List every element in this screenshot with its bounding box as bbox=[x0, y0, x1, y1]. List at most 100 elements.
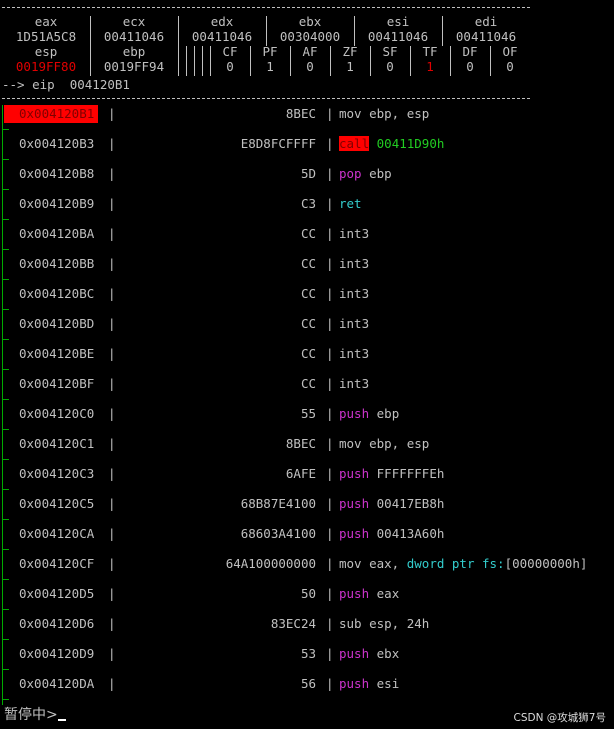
instruction-address[interactable]: 0x004120CA bbox=[19, 525, 94, 543]
instruction-bytes: 5D bbox=[300, 166, 316, 181]
address-text: 0x004120BE bbox=[19, 346, 95, 361]
gutter-tick bbox=[3, 669, 9, 670]
disassembly-row[interactable]: 0x004120B1 | 8BEC | mov ebp, esp bbox=[0, 105, 614, 135]
flag-divider bbox=[290, 46, 291, 76]
mnemonic: int3 bbox=[339, 346, 370, 361]
address-text: 0x004120C1 bbox=[19, 436, 95, 451]
mnemonic: int3 bbox=[339, 226, 370, 241]
instruction-text: int3 bbox=[339, 225, 369, 243]
disassembly-row[interactable]: 0x004120D6 | 83EC24 | sub esp, 24h bbox=[0, 615, 614, 645]
instruction-bytes: 50 bbox=[300, 586, 316, 601]
status-prompt[interactable]: 暂停中> bbox=[4, 704, 66, 724]
instruction-text: int3 bbox=[339, 345, 369, 363]
column-separator: | bbox=[108, 646, 116, 661]
instruction-address[interactable]: 0x004120D5 bbox=[19, 585, 94, 603]
instruction-address[interactable]: 0x004120DA bbox=[19, 675, 94, 693]
disassembly-row[interactable]: 0x004120BF | CC | int3 bbox=[0, 375, 614, 405]
reg-value-ebp: 0019FF94 bbox=[103, 59, 165, 74]
instruction-address[interactable]: 0x004120D6 bbox=[19, 615, 94, 633]
disassembly-row[interactable]: 0x004120C3 | 6AFE | push FFFFFFFEh bbox=[0, 465, 614, 495]
column-separator: | bbox=[108, 136, 116, 151]
instruction-text: int3 bbox=[339, 285, 369, 303]
instruction-address[interactable]: 0x004120BE bbox=[19, 345, 94, 363]
disassembly-row[interactable]: 0x004120D5 | 50 | push eax bbox=[0, 585, 614, 615]
disassembly-row[interactable]: 0x004120BD | CC | int3 bbox=[0, 315, 614, 345]
instruction-address[interactable]: 0x004120BA bbox=[19, 225, 94, 243]
instruction-address[interactable]: 0x004120B8 bbox=[19, 165, 94, 183]
operands: FFFFFFFEh bbox=[376, 466, 445, 481]
flag-divider bbox=[250, 46, 251, 76]
instruction-text: ret bbox=[339, 195, 362, 213]
disassembly-row[interactable]: 0x004120B9 | C3 | ret bbox=[0, 195, 614, 225]
operands: ebp, esp bbox=[369, 106, 430, 121]
flag-name-af: AF bbox=[302, 44, 318, 59]
instruction-address[interactable]: 0x004120B3 bbox=[19, 135, 94, 153]
reg-name-eax: eax bbox=[34, 14, 58, 29]
instruction-address[interactable]: 0x004120BB bbox=[19, 255, 94, 273]
instruction-address[interactable]: 0x004120BC bbox=[19, 285, 94, 303]
instruction-address[interactable]: 0x004120BF bbox=[19, 375, 94, 393]
flag-value-df: 0 bbox=[466, 59, 474, 74]
disassembly-view[interactable]: 0x004120B1 | 8BEC | mov ebp, esp 0x004120B3 | E… bbox=[0, 105, 614, 705]
disassembly-row[interactable]: 0x004120D9 | 53 | push ebx bbox=[0, 645, 614, 675]
instruction-text: call 00411D90h bbox=[339, 135, 444, 153]
instruction-text: mov ebp, esp bbox=[339, 105, 429, 123]
disassembly-row[interactable]: 0x004120CF | 64A100000000 | mov eax, dword p… bbox=[0, 555, 614, 585]
gutter-tick bbox=[3, 429, 9, 430]
instruction-text: pop ebp bbox=[339, 165, 392, 183]
instruction-address[interactable]: 0x004120BD bbox=[19, 315, 94, 333]
column-separator: | bbox=[108, 166, 116, 181]
disassembly-row[interactable]: 0x004120BC | CC | int3 bbox=[0, 285, 614, 315]
column-separator: | bbox=[326, 496, 334, 511]
reg-divider bbox=[90, 16, 91, 76]
gutter-tick bbox=[3, 339, 9, 340]
instruction-bytes: C3 bbox=[300, 196, 316, 211]
flag-name-df: DF bbox=[462, 44, 478, 59]
current-instruction-address[interactable]: 0x004120B1 bbox=[4, 105, 99, 123]
disassembly-row[interactable]: 0x004120B8 | 5D | pop ebp bbox=[0, 165, 614, 195]
register-panel-bottom-border bbox=[2, 98, 530, 99]
gutter-line bbox=[2, 585, 9, 615]
gutter-line bbox=[2, 615, 9, 645]
gutter-line bbox=[2, 225, 9, 255]
disassembly-row[interactable]: 0x004120BA | CC | int3 bbox=[0, 225, 614, 255]
disassembly-row[interactable]: 0x004120C0 | 55 | push ebp bbox=[0, 405, 614, 435]
gutter-tick bbox=[3, 579, 9, 580]
flag-name-cf: CF bbox=[222, 44, 238, 59]
gutter-tick bbox=[3, 129, 9, 130]
instruction-address[interactable]: 0x004120C0 bbox=[19, 405, 94, 423]
instruction-address[interactable]: 0x004120C1 bbox=[19, 435, 94, 453]
disassembly-row[interactable]: 0x004120C5 | 68B87E4100 | push 00417EB8h bbox=[0, 495, 614, 525]
mnemonic: sub bbox=[339, 616, 362, 631]
address-text: 0x004120D9 bbox=[19, 646, 95, 661]
column-separator: | bbox=[326, 436, 334, 451]
instruction-address[interactable]: 0x004120C5 bbox=[19, 495, 94, 513]
reg-value-eax: 1D51A5C8 bbox=[15, 29, 77, 44]
disassembly-row[interactable]: 0x004120CA | 68603A4100 | push 00413A60h bbox=[0, 525, 614, 555]
reg-divider bbox=[194, 46, 195, 76]
disassembly-row[interactable]: 0x004120DA | 56 | push esi bbox=[0, 675, 614, 705]
mnemonic: push bbox=[339, 676, 370, 691]
operands: ebp, esp bbox=[369, 436, 430, 451]
column-separator: | bbox=[326, 106, 334, 121]
watermark: CSDN @攻城狮7号 bbox=[513, 712, 606, 724]
instruction-address[interactable]: 0x004120C3 bbox=[19, 465, 94, 483]
instruction-address[interactable]: 0x004120CF bbox=[19, 555, 94, 573]
instruction-text: push ebx bbox=[339, 645, 399, 663]
column-separator: | bbox=[108, 436, 116, 451]
operands: 00411D90h bbox=[376, 136, 445, 151]
disassembly-row[interactable]: 0x004120BB | CC | int3 bbox=[0, 255, 614, 285]
instruction-text: int3 bbox=[339, 255, 369, 273]
reg-divider bbox=[202, 46, 203, 76]
disassembly-row[interactable]: 0x004120BE | CC | int3 bbox=[0, 345, 614, 375]
eip-indicator: --> eip 004120B1 bbox=[2, 77, 130, 92]
flag-divider bbox=[370, 46, 371, 76]
column-separator: | bbox=[326, 616, 334, 631]
instruction-address[interactable]: 0x004120B9 bbox=[19, 195, 94, 213]
column-separator: | bbox=[108, 316, 116, 331]
disassembly-row[interactable]: 0x004120B3 | E8D8FCFFFF | call 00411D90h bbox=[0, 135, 614, 165]
instruction-text: push FFFFFFFEh bbox=[339, 465, 444, 483]
instruction-address[interactable]: 0x004120D9 bbox=[19, 645, 94, 663]
disassembly-row[interactable]: 0x004120C1 | 8BEC | mov ebp, esp bbox=[0, 435, 614, 465]
address-text: 0x004120BD bbox=[19, 316, 95, 331]
